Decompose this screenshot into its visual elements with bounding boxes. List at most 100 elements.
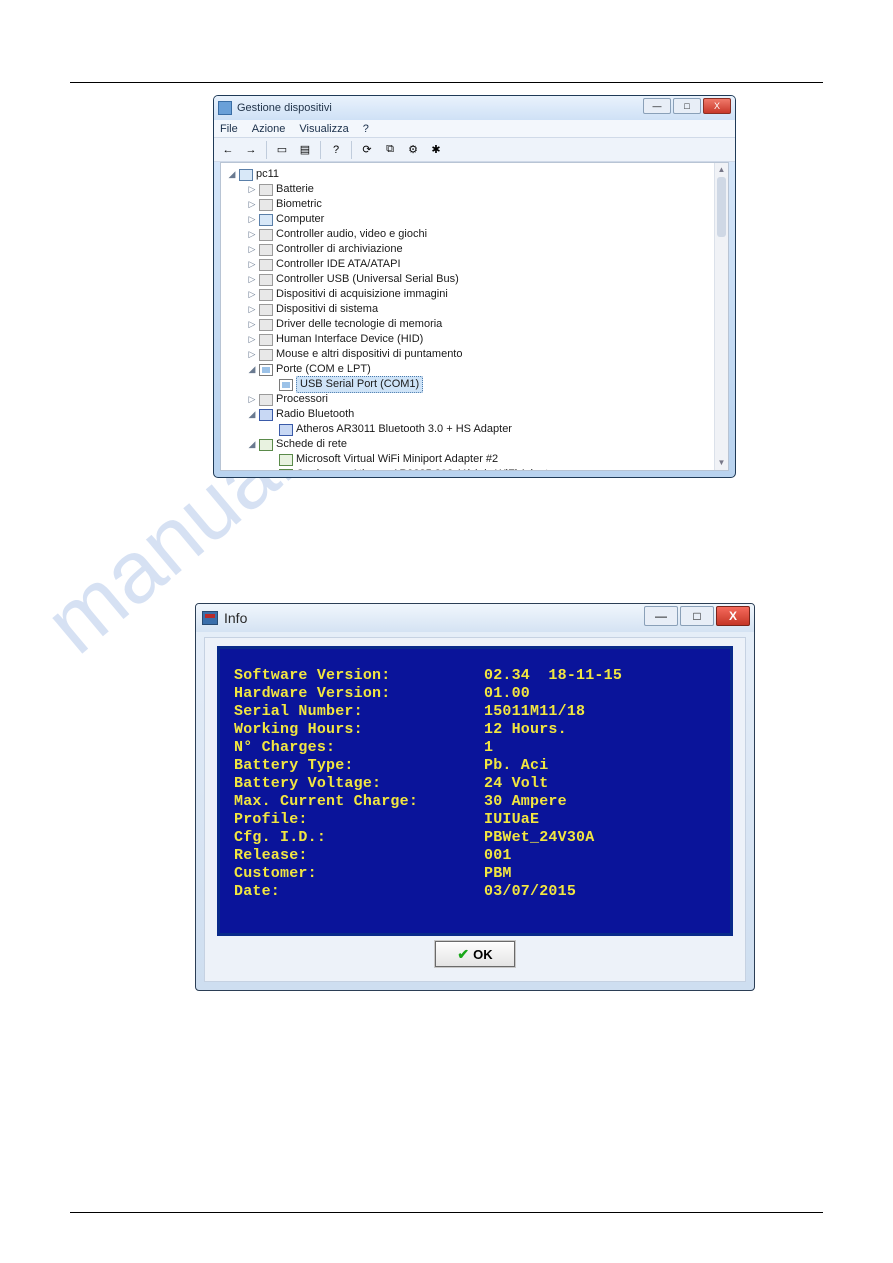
tree-item[interactable]: ▷Human Interface Device (HID) bbox=[223, 332, 726, 347]
tree-item-ports[interactable]: ◢ Porte (COM e LPT) bbox=[223, 362, 726, 377]
minimize-button[interactable]: — bbox=[644, 606, 678, 626]
info-key: Software Version: bbox=[234, 667, 484, 685]
computer-icon bbox=[239, 169, 253, 181]
info-value: 1 bbox=[484, 739, 493, 757]
maximize-button[interactable]: □ bbox=[680, 606, 714, 626]
expander-icon[interactable]: ▷ bbox=[247, 347, 257, 362]
bluetooth-adapter-icon bbox=[279, 424, 293, 436]
scroll-up-icon[interactable]: ▲ bbox=[715, 163, 728, 177]
info-key: Battery Type: bbox=[234, 757, 484, 775]
menu-bar: File Azione Visualizza ? bbox=[214, 120, 735, 138]
node-label: Dispositivi di sistema bbox=[276, 302, 378, 317]
scroll-thumb[interactable] bbox=[717, 177, 726, 237]
title-bar[interactable]: Gestione dispositivi — □ X bbox=[214, 96, 735, 120]
expander-icon[interactable]: ▷ bbox=[247, 302, 257, 317]
info-row: Software Version:02.34 18-11-15 bbox=[234, 667, 716, 685]
tree-item[interactable]: ▷Controller USB (Universal Serial Bus) bbox=[223, 272, 726, 287]
info-value: 01.00 bbox=[484, 685, 530, 703]
close-button[interactable]: X bbox=[716, 606, 750, 626]
expander-icon[interactable]: ▷ bbox=[247, 242, 257, 257]
expander-icon[interactable]: ▷ bbox=[247, 287, 257, 302]
info-row: Cfg. I.D.:PBWet_24V30A bbox=[234, 829, 716, 847]
device-tree[interactable]: ◢pc11 ▷ Batterie ▷Biometric ▷Computer ▷Co… bbox=[221, 163, 728, 471]
info-key: Serial Number: bbox=[234, 703, 484, 721]
properties-icon[interactable]: ▤ bbox=[295, 140, 315, 160]
toolbar-separator bbox=[351, 141, 352, 159]
tree-item[interactable]: ▷Computer bbox=[223, 212, 726, 227]
expander-icon[interactable]: ▷ bbox=[247, 272, 257, 287]
toolbar-extra-1-icon[interactable]: ⚙ bbox=[403, 140, 423, 160]
tree-item[interactable]: ▷Driver delle tecnologie di memoria bbox=[223, 317, 726, 332]
window-controls: — □ X bbox=[643, 98, 731, 114]
info-row: Serial Number:15011M11/18 bbox=[234, 703, 716, 721]
menu-help[interactable]: ? bbox=[363, 123, 369, 135]
info-key: Max. Current Charge: bbox=[234, 793, 484, 811]
document-page: manualshive.com Gestione dispositivi — □… bbox=[0, 0, 893, 1263]
tree-item[interactable]: ▷Controller audio, video e giochi bbox=[223, 227, 726, 242]
node-label: Porte (COM e LPT) bbox=[276, 362, 371, 377]
scroll-down-icon[interactable]: ▼ bbox=[715, 456, 728, 470]
toolbar-extra-2-icon[interactable]: ✱ bbox=[426, 140, 446, 160]
tree-item[interactable]: ▷Controller IDE ATA/ATAPI bbox=[223, 257, 726, 272]
tree-item[interactable]: ▷Controller di archiviazione bbox=[223, 242, 726, 257]
tree-item-network[interactable]: ◢Schede di rete bbox=[223, 437, 726, 452]
tree-item[interactable]: Atheros AR3011 Bluetooth 3.0 + HS Adapte… bbox=[223, 422, 726, 437]
tree-root[interactable]: ◢pc11 bbox=[223, 167, 726, 182]
tree-item[interactable]: ▷ Mouse e altri dispositivi di puntamento bbox=[223, 347, 726, 362]
scan-icon[interactable]: ⧉ bbox=[380, 140, 400, 160]
info-row: N° Charges:1 bbox=[234, 739, 716, 757]
maximize-button[interactable]: □ bbox=[673, 98, 701, 114]
toolbar: ← → ▭ ▤ ? ⟳ ⧉ ⚙ ✱ bbox=[214, 138, 735, 162]
window-title: Info bbox=[224, 610, 247, 626]
help-icon[interactable]: ? bbox=[326, 140, 346, 160]
minimize-button[interactable]: — bbox=[643, 98, 671, 114]
network-adapter-icon bbox=[279, 469, 293, 472]
tree-item[interactable]: ▷Biometric bbox=[223, 197, 726, 212]
ok-button[interactable]: ✔ OK bbox=[435, 941, 515, 967]
menu-azione[interactable]: Azione bbox=[252, 123, 286, 135]
info-value: 30 Ampere bbox=[484, 793, 567, 811]
bluetooth-icon bbox=[259, 409, 273, 421]
ide-controller-icon bbox=[259, 259, 273, 271]
tree-item-usb-serial[interactable]: USB Serial Port (COM1) bbox=[223, 377, 726, 392]
memory-driver-icon bbox=[259, 319, 273, 331]
node-label: Atheros AR3011 Bluetooth 3.0 + HS Adapte… bbox=[296, 422, 512, 437]
expander-icon[interactable]: ▷ bbox=[247, 227, 257, 242]
expander-icon[interactable]: ▷ bbox=[247, 257, 257, 272]
refresh-icon[interactable]: ⟳ bbox=[357, 140, 377, 160]
expander-icon[interactable]: ▷ bbox=[247, 317, 257, 332]
info-key: Profile: bbox=[234, 811, 484, 829]
tree-item-bluetooth[interactable]: ◢Radio Bluetooth bbox=[223, 407, 726, 422]
node-label: Mouse e altri dispositivi di puntamento bbox=[276, 347, 462, 362]
expander-icon[interactable]: ▷ bbox=[247, 182, 257, 197]
expander-icon[interactable]: ◢ bbox=[247, 362, 257, 377]
expander-icon[interactable]: ▷ bbox=[247, 332, 257, 347]
info-row: Battery Type:Pb. Aci bbox=[234, 757, 716, 775]
tree-item[interactable]: ▷ Batterie bbox=[223, 182, 726, 197]
info-value: 12 Hours. bbox=[484, 721, 567, 739]
expander-icon[interactable]: ◢ bbox=[227, 167, 237, 182]
expander-icon[interactable]: ▷ bbox=[247, 212, 257, 227]
close-button[interactable]: X bbox=[703, 98, 731, 114]
tree-item[interactable]: ▷Processori bbox=[223, 392, 726, 407]
expander-icon[interactable]: ◢ bbox=[247, 437, 257, 452]
biometric-icon bbox=[259, 199, 273, 211]
menu-visualizza[interactable]: Visualizza bbox=[299, 123, 348, 135]
dialog-body: Software Version:02.34 18-11-15Hardware … bbox=[204, 637, 746, 982]
tree-item[interactable]: Qualcomm Atheros AR9285 802.11b/g/n WiFi… bbox=[223, 467, 726, 471]
back-icon[interactable]: ← bbox=[218, 140, 238, 160]
tree-item[interactable]: ▷ Dispositivi di sistema bbox=[223, 302, 726, 317]
tree-item[interactable]: ▷Dispositivi di acquisizione immagini bbox=[223, 287, 726, 302]
forward-icon[interactable]: → bbox=[241, 140, 261, 160]
tree-item[interactable]: Microsoft Virtual WiFi Miniport Adapter … bbox=[223, 452, 726, 467]
node-label: Batterie bbox=[276, 182, 314, 197]
title-bar[interactable]: Info — □ X bbox=[196, 604, 754, 632]
vertical-scrollbar[interactable]: ▲ ▼ bbox=[714, 163, 728, 470]
expander-icon[interactable]: ▷ bbox=[247, 392, 257, 407]
expander-icon[interactable]: ▷ bbox=[247, 197, 257, 212]
toolbar-separator bbox=[320, 141, 321, 159]
up-icon[interactable]: ▭ bbox=[272, 140, 292, 160]
info-row: Battery Voltage:24 Volt bbox=[234, 775, 716, 793]
expander-icon[interactable]: ◢ bbox=[247, 407, 257, 422]
menu-file[interactable]: File bbox=[220, 123, 238, 135]
